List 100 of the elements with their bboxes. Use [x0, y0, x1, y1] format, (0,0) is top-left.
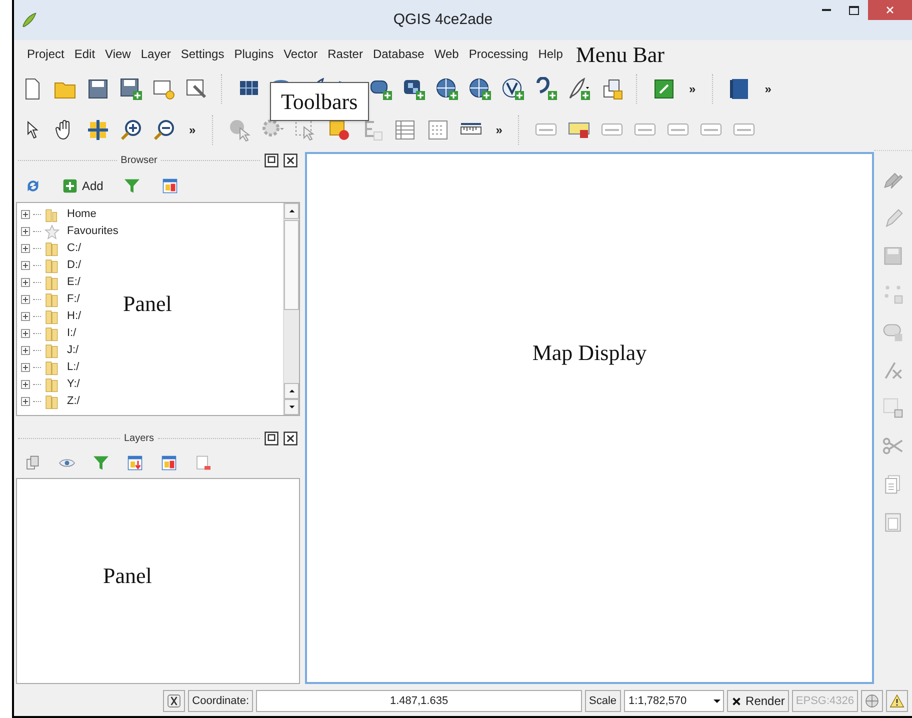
folder-icon — [44, 240, 60, 256]
folder-icon — [44, 342, 60, 358]
tree-item[interactable]: L:/ — [21, 359, 80, 376]
menu-item[interactable]: Database — [368, 45, 430, 63]
plus-icon — [62, 178, 78, 194]
coordinate-label: Coordinate: — [188, 690, 254, 712]
filter-icon[interactable] — [92, 454, 110, 472]
tree-item[interactable]: F:/ — [21, 291, 80, 308]
calculator-icon[interactable] — [426, 118, 450, 142]
remove-layer-icon[interactable] — [194, 454, 212, 472]
collapse-all-icon[interactable] — [160, 454, 178, 472]
annotation-label: Panel — [123, 290, 172, 318]
menu-item[interactable]: Layer — [136, 45, 176, 63]
close-icon[interactable] — [283, 430, 298, 446]
toolbar-overflow[interactable]: » — [492, 121, 506, 139]
toolbar-overflow[interactable]: » — [685, 80, 700, 98]
menu-item[interactable]: Web — [429, 45, 464, 63]
menu-item[interactable]: View — [100, 45, 136, 63]
layout-manager-icon[interactable] — [185, 77, 209, 101]
panel-title: Browser — [120, 154, 158, 168]
save-icon[interactable] — [86, 77, 110, 101]
globe-plus-icon[interactable] — [468, 77, 492, 101]
tree-item[interactable]: I:/ — [21, 325, 76, 342]
close-icon[interactable] — [283, 152, 298, 168]
menu-item[interactable]: Settings — [176, 45, 230, 63]
zoom-in-icon[interactable] — [119, 118, 143, 142]
globe-icon — [864, 693, 880, 709]
warning-icon — [889, 693, 905, 709]
zoom-out-icon[interactable] — [152, 118, 176, 142]
expander-icon[interactable] — [21, 261, 30, 270]
coordinate-field[interactable]: 1.487,1.635 — [256, 690, 582, 712]
expander-icon[interactable] — [21, 397, 30, 406]
expander-icon[interactable] — [21, 363, 30, 372]
menu-item[interactable]: Vector — [278, 45, 323, 63]
deselect-icon[interactable] — [326, 118, 351, 142]
toolbar-overflow[interactable]: » — [185, 121, 200, 139]
folder-icon — [44, 274, 60, 290]
filter-icon[interactable] — [123, 177, 142, 195]
expander-icon[interactable] — [21, 227, 30, 236]
expander-icon[interactable] — [21, 380, 30, 389]
tree-item[interactable]: Z:/ — [21, 393, 80, 410]
map-canvas[interactable]: Map Display — [305, 152, 874, 684]
expander-icon[interactable] — [21, 329, 30, 338]
crs-globe-button[interactable] — [861, 690, 883, 712]
comma-plus-icon[interactable] — [534, 77, 558, 101]
tree-item[interactable]: Home — [21, 206, 96, 223]
menu-item[interactable]: Project — [22, 45, 70, 63]
folder-icon — [44, 394, 60, 410]
qgis-logo-icon — [20, 11, 38, 29]
up-arrow-icon — [288, 207, 296, 215]
home-folder-icon — [44, 206, 60, 222]
folder-icon — [44, 292, 60, 308]
checker-plus-icon[interactable] — [402, 77, 426, 101]
menu-item[interactable]: Plugins — [229, 45, 279, 63]
up-arrow-icon — [288, 387, 296, 395]
expand-all-icon[interactable] — [126, 454, 144, 472]
messages-button[interactable] — [886, 690, 908, 712]
render-checkbox[interactable]: Render — [726, 690, 789, 712]
window-title: QGIS 4ce2ade — [393, 10, 493, 30]
tree-item[interactable]: C:/ — [21, 240, 82, 257]
tree-item[interactable]: H:/ — [21, 308, 82, 325]
plugin-icon[interactable] — [652, 77, 676, 101]
tree-item[interactable]: D:/ — [21, 257, 82, 274]
folder-icon — [44, 258, 60, 274]
table-icon[interactable] — [392, 118, 417, 142]
menu-item[interactable]: Help — [533, 45, 568, 63]
menu-item[interactable]: Processing — [464, 45, 534, 63]
annotation-label: Map Display — [532, 339, 647, 364]
globe-plus-icon[interactable] — [435, 77, 459, 101]
menu-item[interactable]: Edit — [69, 45, 100, 63]
float-icon[interactable] — [264, 430, 280, 446]
annotation-label: Panel — [103, 562, 152, 590]
pan-icon[interactable] — [86, 118, 110, 142]
expander-icon[interactable] — [21, 346, 30, 355]
folder-icon — [44, 376, 60, 392]
collapse-icon[interactable] — [161, 177, 180, 195]
menu-item[interactable]: Raster — [322, 45, 368, 63]
toolbar-overflow[interactable]: » — [760, 80, 776, 98]
tree-item[interactable]: Y:/ — [21, 376, 80, 393]
expander-icon[interactable] — [21, 210, 30, 219]
float-icon[interactable] — [264, 152, 279, 168]
v-globe-plus-icon[interactable] — [501, 77, 525, 101]
expander-icon[interactable] — [21, 295, 30, 304]
expander-icon[interactable] — [21, 244, 30, 253]
scale-dropdown[interactable]: 1:1,782,570 — [624, 690, 724, 712]
feather-caret-icon[interactable] — [567, 77, 591, 101]
expander-icon[interactable] — [21, 278, 30, 287]
mouse-toggle-button[interactable] — [163, 690, 186, 712]
down-arrow-icon — [288, 403, 296, 411]
tree-item[interactable]: E:/ — [21, 274, 80, 291]
close-icon — [884, 4, 896, 16]
folder-icon — [44, 308, 60, 324]
tree-item[interactable]: J:/ — [21, 342, 79, 359]
scrollbar[interactable] — [283, 203, 299, 415]
folder-icon — [44, 326, 60, 342]
save-as-icon[interactable] — [119, 77, 143, 101]
add-button[interactable]: Add — [62, 177, 104, 195]
tree-item[interactable]: Favourites — [21, 223, 118, 240]
expander-icon[interactable] — [21, 312, 30, 321]
check-cross-icon — [730, 696, 742, 706]
